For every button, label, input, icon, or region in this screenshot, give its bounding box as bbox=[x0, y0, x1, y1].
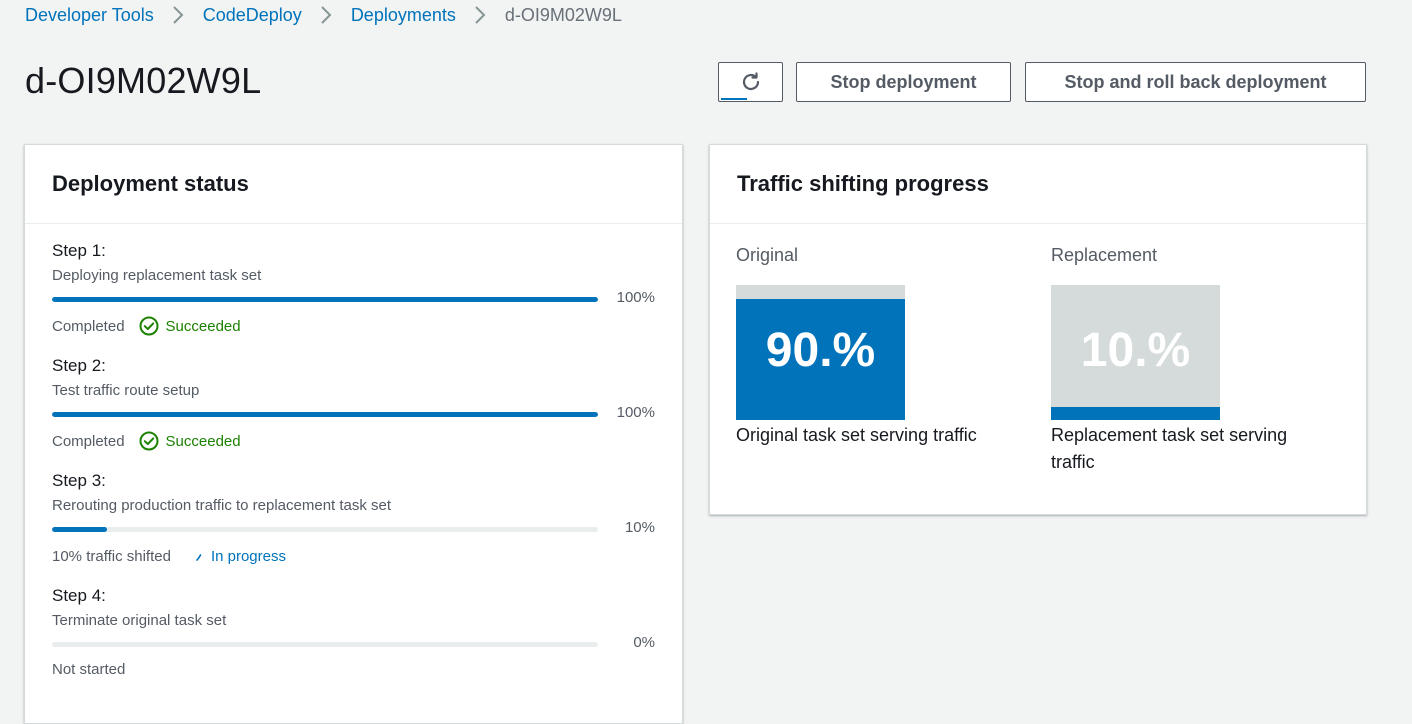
status-text: Succeeded bbox=[165, 432, 241, 450]
breadcrumb: Developer Tools CodeDeploy Deployments d… bbox=[25, 4, 622, 26]
step-description: Deploying replacement task set bbox=[52, 267, 262, 284]
step-footer: Completed Succeeded bbox=[52, 431, 241, 451]
traffic-shifting-header: Traffic shifting progress bbox=[710, 145, 1366, 224]
progress-percent: 100% bbox=[616, 404, 655, 421]
check-circle-icon bbox=[139, 431, 159, 451]
replacement-traffic: Replacement 10.% Replacement task set se… bbox=[1051, 245, 1331, 476]
progress-percent: 100% bbox=[616, 289, 655, 306]
stop-and-roll-back-button[interactable]: Stop and roll back deployment bbox=[1025, 62, 1366, 102]
deployment-status-header: Deployment status bbox=[25, 145, 682, 224]
original-traffic-meter: 90.% bbox=[736, 285, 905, 420]
step-title: Step 3: bbox=[52, 471, 106, 490]
step-footer: Not started bbox=[52, 661, 125, 678]
status-text: In progress bbox=[210, 547, 286, 565]
traffic-shifting-panel: Traffic shifting progress Original 90.% … bbox=[709, 144, 1367, 515]
original-label: Original bbox=[736, 245, 799, 265]
replacement-traffic-value: 10.% bbox=[1080, 324, 1191, 377]
original-caption: Original task set serving traffic bbox=[736, 425, 977, 445]
replacement-caption: Replacement task set serving traffic bbox=[1051, 425, 1288, 472]
stop-deployment-button[interactable]: Stop deployment bbox=[796, 62, 1011, 102]
check-circle-icon bbox=[139, 316, 159, 336]
replacement-label: Replacement bbox=[1051, 245, 1158, 265]
status-badge: Succeeded bbox=[139, 431, 241, 451]
refresh-button[interactable] bbox=[718, 62, 783, 102]
chevron-right-icon bbox=[302, 4, 351, 26]
progress-percent: 0% bbox=[633, 634, 655, 651]
original-traffic: Original 90.% Original task set serving … bbox=[736, 245, 1016, 449]
deployment-status-panel: Deployment status Step 1: Deploying repl… bbox=[24, 144, 683, 724]
breadcrumb-codedeploy[interactable]: CodeDeploy bbox=[203, 5, 302, 26]
step-title: Step 1: bbox=[52, 241, 106, 260]
progress-percent: 10% bbox=[624, 519, 655, 536]
status-badge: Succeeded bbox=[139, 316, 241, 336]
step-footer: 10% traffic shifted In progress bbox=[52, 546, 286, 566]
step-state: Completed bbox=[52, 432, 125, 450]
step-state: 10% traffic shifted bbox=[52, 547, 171, 565]
progress-bar bbox=[52, 642, 598, 647]
step-title: Step 4: bbox=[52, 586, 106, 605]
breadcrumb-current: d-OI9M02W9L bbox=[504, 4, 622, 25]
step-description: Test traffic route setup bbox=[52, 382, 200, 399]
original-traffic-value: 90.% bbox=[765, 324, 876, 377]
progress-fill bbox=[52, 527, 107, 532]
step-state: Completed bbox=[52, 317, 125, 335]
step-title: Step 2: bbox=[52, 356, 106, 375]
progress-bar bbox=[52, 527, 598, 532]
step-footer: Completed Succeeded bbox=[52, 316, 241, 336]
refresh-icon bbox=[739, 70, 763, 94]
replacement-traffic-meter: 10.% bbox=[1051, 285, 1220, 420]
deployment-status-title: Deployment status bbox=[52, 171, 249, 196]
step-state: Not started bbox=[52, 661, 126, 678]
status-badge: In progress bbox=[195, 546, 286, 566]
progress-fill bbox=[52, 297, 598, 302]
progress-bar bbox=[52, 412, 598, 417]
chevron-right-icon bbox=[456, 4, 505, 26]
focus-underline bbox=[721, 98, 747, 100]
traffic-shifting-title: Traffic shifting progress bbox=[737, 171, 989, 196]
progress-fill bbox=[52, 412, 598, 417]
step-description: Rerouting production traffic to replacem… bbox=[52, 497, 392, 514]
step-description: Terminate original task set bbox=[52, 612, 227, 629]
status-text: Succeeded bbox=[165, 317, 241, 335]
breadcrumb-deployments[interactable]: Deployments bbox=[351, 5, 456, 26]
breadcrumb-developer-tools[interactable]: Developer Tools bbox=[25, 5, 154, 26]
progress-bar bbox=[52, 297, 598, 302]
page-title: d-OI9M02W9L bbox=[25, 60, 262, 101]
spinner-icon bbox=[195, 546, 205, 566]
chevron-right-icon bbox=[154, 4, 203, 26]
